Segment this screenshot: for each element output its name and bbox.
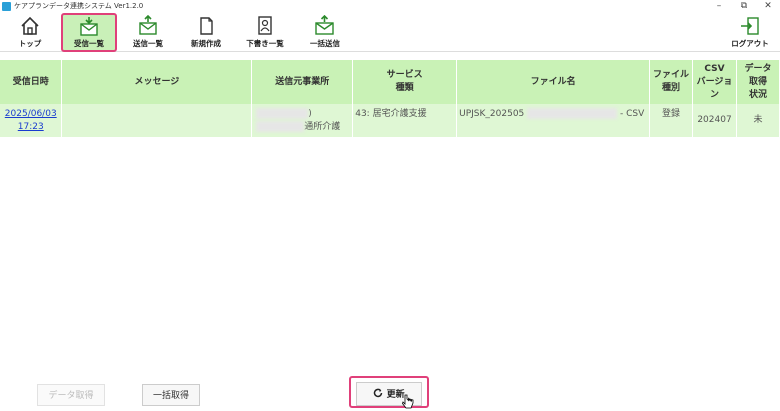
- bulk-send-button[interactable]: 一括送信: [302, 14, 348, 50]
- minimize-button[interactable]: –: [709, 0, 729, 13]
- cell-filetype: 登録: [649, 104, 693, 137]
- mouse-cursor-icon: [402, 394, 414, 409]
- cell-service: 43: 居宅介護支援: [352, 104, 458, 137]
- inbox-mail-icon: [80, 17, 98, 36]
- new-document-icon: [200, 17, 213, 35]
- new-button[interactable]: 新規作成: [184, 14, 228, 50]
- logout-icon: [741, 17, 759, 35]
- inbox-button[interactable]: 受信一覧: [61, 13, 117, 52]
- window-title: ケアプランデータ連携システム Ver1.2.0: [14, 2, 144, 10]
- header-filetype[interactable]: ファイル 種別: [649, 60, 693, 104]
- date-link[interactable]: 2025/06/03: [2, 108, 59, 121]
- cell-message: [61, 104, 253, 137]
- restore-button[interactable]: ⧉: [734, 0, 754, 13]
- cell-csv-version: 202407: [692, 104, 737, 137]
- header-message[interactable]: メッセージ: [61, 60, 253, 104]
- app-icon: [2, 2, 11, 11]
- sent-mail-icon: [139, 15, 157, 35]
- redacted-text: [256, 120, 305, 132]
- header-sender[interactable]: 送信元事業所: [251, 60, 354, 104]
- redacted-text: [256, 107, 309, 119]
- header-service[interactable]: サービス 種類: [352, 60, 458, 104]
- toolbar: トップ 受信一覧 送信一覧 新規作成 下書き一覧 一括送信 ログアウト: [0, 13, 780, 52]
- header-filename[interactable]: ファイル名: [456, 60, 651, 104]
- cell-received[interactable]: 2025/06/03 17:23: [0, 104, 63, 137]
- bulk-fetch-button[interactable]: 一括取得: [142, 384, 200, 406]
- top-button[interactable]: トップ: [12, 14, 48, 50]
- logout-button[interactable]: ログアウト: [727, 14, 773, 50]
- header-received[interactable]: 受信日時: [0, 60, 63, 104]
- header-status[interactable]: データ 取得 状況: [736, 60, 780, 104]
- time-link[interactable]: 17:23: [2, 121, 59, 134]
- cell-sender: ) 通所介護: [251, 104, 354, 137]
- table-row[interactable]: 2025/06/03 17:23 ) 通所介護 43: 居宅介護支援 UPJSK…: [0, 104, 780, 137]
- header-csv-version[interactable]: CSV バージョン: [692, 60, 737, 104]
- refresh-icon: [374, 388, 383, 398]
- table-header-row: 受信日時 メッセージ 送信元事業所 サービス 種類 ファイル名 ファイル 種別 …: [0, 60, 780, 104]
- title-bar: ケアプランデータ連携システム Ver1.2.0 – ⧉ ✕: [0, 0, 780, 13]
- bulk-send-icon: [315, 15, 334, 35]
- data-fetch-button[interactable]: データ取得: [37, 384, 105, 406]
- redacted-text: [527, 108, 618, 119]
- close-button[interactable]: ✕: [758, 0, 778, 13]
- inbox-table: 受信日時 メッセージ 送信元事業所 サービス 種類 ファイル名 ファイル 種別 …: [0, 60, 780, 137]
- drafts-button[interactable]: 下書き一覧: [242, 14, 288, 50]
- drafts-icon: [258, 16, 272, 35]
- cell-filename: UPJSK_202505 - CSV: [456, 104, 651, 137]
- cell-status: 未: [736, 104, 780, 137]
- home-icon: [21, 16, 39, 35]
- sent-button[interactable]: 送信一覧: [126, 14, 170, 50]
